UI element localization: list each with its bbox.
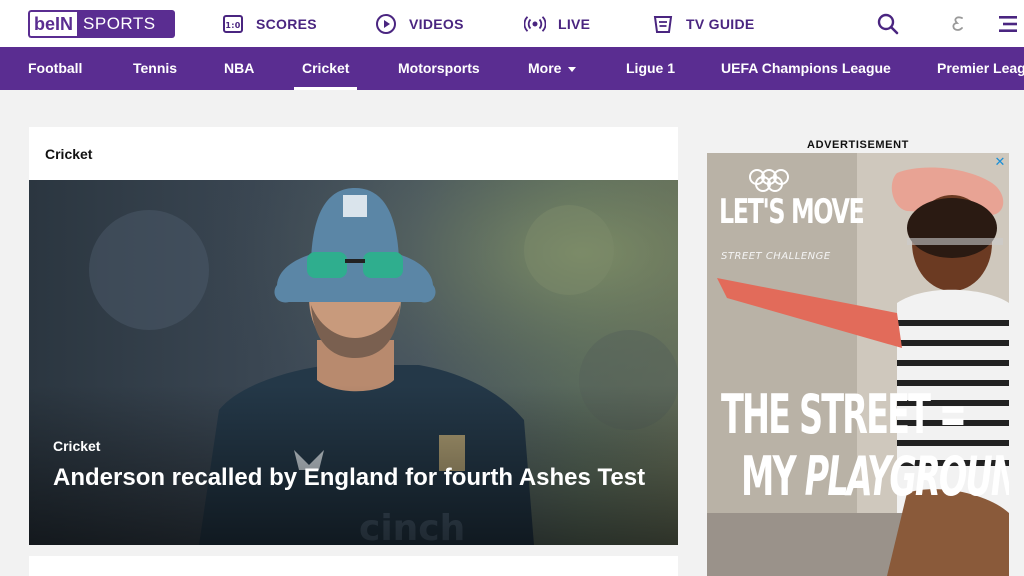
sport-tab-more[interactable]: More	[528, 47, 577, 90]
nav-tv-guide-label: TV GUIDE	[686, 16, 755, 32]
section-title: Cricket	[45, 146, 93, 162]
live-broadcast-icon	[524, 16, 546, 32]
nav-videos-label: VIDEOS	[409, 16, 464, 32]
article-headline[interactable]: Anderson recalled by England for fourth …	[53, 462, 653, 494]
featured-article-card: Cricket Cricket Anderson recalled by Eng…	[29, 127, 678, 545]
nav-scores[interactable]: 1:0 SCORES	[222, 12, 317, 36]
sport-tab-cricket[interactable]: Cricket	[293, 47, 359, 90]
play-icon	[376, 14, 396, 34]
ad-headline-street: THE STREET =	[721, 383, 967, 446]
ad-my-text: MY	[741, 445, 805, 508]
menu-icon[interactable]	[996, 12, 1020, 36]
logo-sports-text: SPORTS	[77, 10, 175, 38]
sport-tab-motorsports[interactable]: Motorsports	[398, 47, 480, 90]
sport-tab-tennis[interactable]: Tennis	[133, 47, 177, 90]
ad-subline: STREET CHALLENGE	[721, 251, 831, 262]
next-article-card	[29, 556, 678, 576]
advertisement-banner[interactable]: ✕ LET'S MOVE STREET CHALLENGE THE STREET…	[707, 153, 1009, 576]
ad-headline-lets-move: LET'S MOVE	[719, 192, 865, 232]
nav-live-label: LIVE	[558, 16, 591, 32]
search-icon[interactable]	[876, 12, 900, 36]
sport-tab-more-label: More	[528, 60, 562, 76]
bein-sports-logo[interactable]: beIN SPORTS	[28, 10, 175, 38]
nav-videos[interactable]: VIDEOS	[375, 12, 464, 36]
ad-headline-playground: MY PLAYGROUND	[741, 450, 1009, 504]
featured-article-image[interactable]: cinch Cricket Anderson recalled by Engla…	[29, 180, 678, 545]
ad-close-icon[interactable]: ✕	[993, 155, 1007, 169]
sport-tab-premier-league[interactable]: Premier League	[937, 47, 1024, 90]
sport-tab-nba[interactable]: NBA	[224, 47, 254, 90]
sport-tab-ligue-1[interactable]: Ligue 1	[626, 47, 675, 90]
article-category[interactable]: Cricket	[53, 438, 100, 454]
logo-bein-text: beIN	[28, 10, 78, 38]
nav-scores-label: SCORES	[256, 16, 317, 32]
tv-guide-icon	[653, 16, 673, 33]
language-icon[interactable]	[946, 12, 970, 36]
sport-tab-uefa-champions-league[interactable]: UEFA Champions League	[721, 47, 891, 90]
advertisement-label: ADVERTISEMENT	[807, 139, 909, 151]
top-header: beIN SPORTS 1:0 SCORES VIDEOS LIVE TV GU…	[0, 0, 1024, 47]
nav-tv-guide[interactable]: TV GUIDE	[652, 12, 755, 36]
sports-nav-bar: Football Tennis NBA Cricket Motorsports …	[0, 47, 1024, 90]
nav-live[interactable]: LIVE	[524, 12, 590, 36]
sport-tab-football[interactable]: Football	[28, 47, 82, 90]
chevron-down-icon	[568, 66, 577, 72]
ad-playground-text: PLAYGROUND	[804, 445, 1009, 508]
svg-text:1:0: 1:0	[225, 21, 240, 30]
scores-icon: 1:0	[223, 15, 243, 33]
